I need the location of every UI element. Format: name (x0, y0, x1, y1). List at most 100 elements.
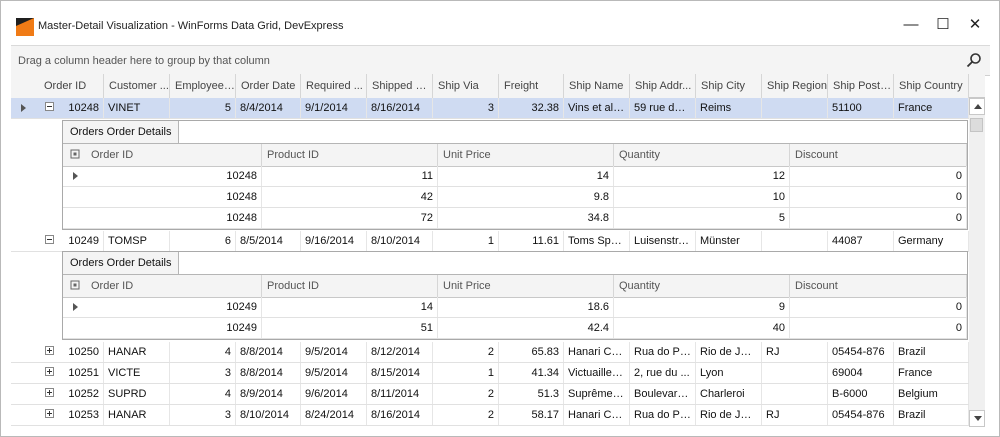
table-cell[interactable]: 10250 (59, 342, 104, 362)
table-cell[interactable]: 41.34 (499, 363, 564, 383)
table-cell[interactable]: 8/16/2014 (367, 98, 433, 118)
column-header[interactable]: Ship Posta... (828, 74, 894, 98)
table-cell[interactable] (762, 363, 828, 383)
table-cell[interactable]: 3 (433, 98, 499, 118)
detail-cell[interactable]: 0 (790, 187, 967, 207)
detail-cell[interactable]: 0 (790, 208, 967, 228)
table-cell[interactable]: 10253 (59, 405, 104, 425)
detail-cell[interactable]: 0 (790, 318, 967, 338)
table-cell[interactable]: Germany (894, 231, 969, 251)
detail-cell[interactable]: 10249 (86, 318, 262, 338)
table-cell[interactable]: 8/8/2014 (236, 363, 301, 383)
table-cell[interactable]: 51.3 (499, 384, 564, 404)
table-cell[interactable]: 05454-876 (828, 405, 894, 425)
table-cell[interactable]: Lyon (696, 363, 762, 383)
table-cell[interactable]: 58.17 (499, 405, 564, 425)
table-cell[interactable]: 8/16/2014 (367, 405, 433, 425)
table-cell[interactable]: SUPRD (104, 384, 170, 404)
detail-column-header[interactable]: Discount (790, 275, 967, 297)
table-cell[interactable]: 8/4/2014 (236, 98, 301, 118)
table-cell[interactable]: Münster (696, 231, 762, 251)
detail-view[interactable]: Orders Order Details Order ID Product ID Un… (62, 120, 968, 230)
table-cell[interactable]: VICTE (104, 363, 170, 383)
table-cell[interactable]: RJ (762, 405, 828, 425)
table-cell[interactable] (762, 98, 828, 118)
collapse-row-icon[interactable] (45, 102, 54, 111)
column-header[interactable]: Ship Addr... (630, 74, 696, 98)
table-row[interactable]: 10251 VICTE 3 8/8/2014 9/5/2014 8/15/2014 1 41.… (11, 363, 969, 384)
table-cell[interactable]: HANAR (104, 342, 170, 362)
table-row[interactable]: 10252 SUPRD 4 8/9/2014 9/6/2014 8/11/2014 2 51.… (11, 384, 969, 405)
table-cell[interactable]: Vins et alc... (564, 98, 630, 118)
table-cell[interactable]: 59 rue de ... (630, 98, 696, 118)
table-cell[interactable]: 69004 (828, 363, 894, 383)
scroll-up-button[interactable] (969, 98, 985, 115)
search-icon[interactable] (966, 52, 982, 68)
table-row[interactable]: 10248 VINET 5 8/4/2014 9/1/2014 8/16/2014 3 32.… (11, 98, 969, 119)
detail-cell[interactable]: 34.8 (438, 208, 614, 228)
table-cell[interactable]: 10249 (59, 231, 104, 251)
detail-column-header[interactable]: Unit Price (438, 275, 614, 297)
column-header[interactable]: Ship Country (894, 74, 969, 98)
table-cell[interactable]: 8/11/2014 (367, 384, 433, 404)
table-cell[interactable]: VINET (104, 98, 170, 118)
table-cell[interactable]: 2 (433, 342, 499, 362)
group-panel[interactable]: Drag a column header here to group by th… (11, 45, 990, 76)
detail-column-header[interactable]: Unit Price (438, 144, 614, 166)
table-cell[interactable]: 3 (170, 363, 236, 383)
table-cell[interactable]: Reims (696, 98, 762, 118)
table-cell[interactable] (762, 384, 828, 404)
detail-column-header[interactable]: Quantity (614, 275, 790, 297)
table-cell[interactable]: France (894, 98, 969, 118)
table-cell[interactable] (762, 231, 828, 251)
orders-grid[interactable]: Order ID Customer ... Employee ... Order Da… (11, 74, 969, 427)
vertical-scrollbar[interactable] (969, 98, 985, 427)
table-cell[interactable]: 11.61 (499, 231, 564, 251)
table-cell[interactable]: Rio de Jan... (696, 405, 762, 425)
detail-column-header[interactable]: Order ID (86, 144, 262, 166)
table-cell[interactable]: 3 (170, 405, 236, 425)
table-cell[interactable]: 9/5/2014 (301, 363, 367, 383)
table-cell[interactable]: 9/16/2014 (301, 231, 367, 251)
scroll-thumb[interactable] (970, 118, 983, 132)
detail-cell[interactable]: 10248 (86, 166, 262, 186)
detail-cell[interactable]: 11 (262, 166, 438, 186)
detail-cell[interactable]: 14 (262, 297, 438, 317)
table-cell[interactable]: Rua do Pa... (630, 405, 696, 425)
detail-cell[interactable]: 5 (614, 208, 790, 228)
table-cell[interactable]: 4 (170, 384, 236, 404)
table-cell[interactable]: Boulevard ... (630, 384, 696, 404)
table-cell[interactable]: 5 (170, 98, 236, 118)
expand-row-icon[interactable] (45, 346, 54, 355)
table-cell[interactable]: Luisenstr. ... (630, 231, 696, 251)
detail-column-header[interactable]: Product ID (262, 275, 438, 297)
table-row[interactable]: 10249 TOMSP 6 8/5/2014 9/16/2014 8/10/2014 1 11… (11, 231, 969, 252)
table-cell[interactable]: 44087 (828, 231, 894, 251)
table-cell[interactable]: Charleroi (696, 384, 762, 404)
detail-column-header[interactable]: Order ID (86, 275, 262, 297)
detail-cell[interactable]: 51 (262, 318, 438, 338)
table-cell[interactable]: 32.38 (499, 98, 564, 118)
detail-row[interactable]: 10249 51 42.4 40 0 (63, 318, 967, 339)
table-cell[interactable]: 10252 (59, 384, 104, 404)
table-cell[interactable]: 51100 (828, 98, 894, 118)
detail-cell[interactable]: 9.8 (438, 187, 614, 207)
table-cell[interactable]: Rua do Pa... (630, 342, 696, 362)
table-cell[interactable]: 2 (433, 405, 499, 425)
table-cell[interactable]: 1 (433, 231, 499, 251)
detail-cell[interactable]: 72 (262, 208, 438, 228)
column-header[interactable]: Employee ... (170, 74, 236, 98)
detail-column-header[interactable]: Quantity (614, 144, 790, 166)
minimize-button[interactable]: — (896, 13, 926, 37)
table-cell[interactable]: Toms Spe... (564, 231, 630, 251)
table-cell[interactable]: Belgium (894, 384, 969, 404)
table-cell[interactable]: Victuailles ... (564, 363, 630, 383)
table-cell[interactable]: 05454-876 (828, 342, 894, 362)
detail-cell[interactable]: 10248 (86, 208, 262, 228)
table-cell[interactable]: 9/6/2014 (301, 384, 367, 404)
table-cell[interactable]: 8/9/2014 (236, 384, 301, 404)
detail-cell[interactable]: 42.4 (438, 318, 614, 338)
detail-row[interactable]: 10248 72 34.8 5 0 (63, 208, 967, 229)
column-chooser-icon[interactable] (70, 280, 80, 290)
table-cell[interactable]: 8/15/2014 (367, 363, 433, 383)
